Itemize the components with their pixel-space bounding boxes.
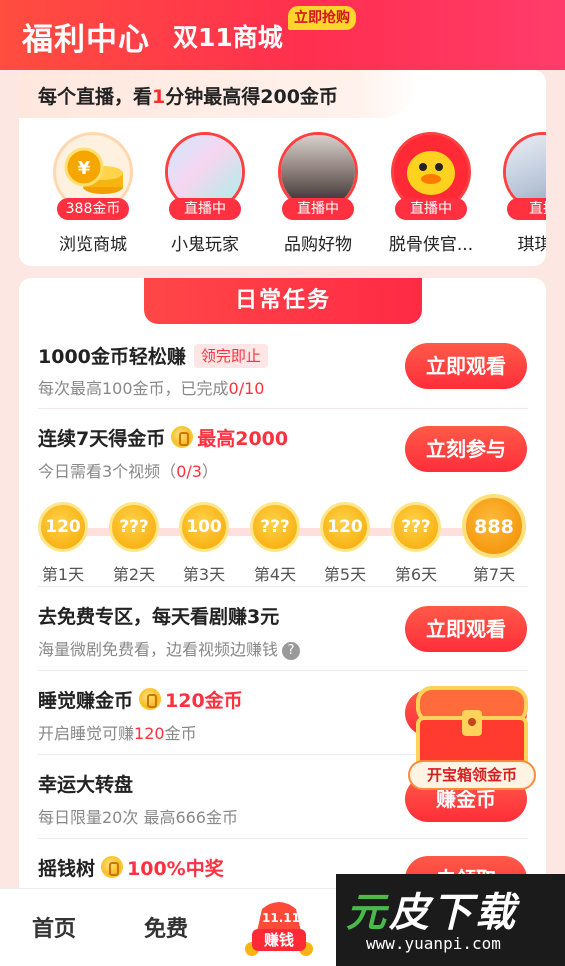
day-label: 第5天	[323, 565, 367, 584]
day-coin: 120	[38, 502, 88, 552]
day-coin: ???	[250, 502, 300, 552]
live-banner-text: 每个直播，看1分钟最高得200金币	[38, 86, 338, 108]
task-name: 连续7天得金币 最高2000	[38, 426, 289, 450]
task-name: 幸运大转盘	[38, 774, 134, 796]
nav-earn[interactable]: 11.11 赚钱	[238, 887, 320, 963]
daily-tasks-card: 日常任务 1000金币轻松赚 领完即止 每次最高100金币，已完成0/10 立即观…	[19, 278, 546, 918]
header-bar: 福利中心 双11商城 立即抢购	[0, 0, 565, 70]
watermark-url: www.yuanpi.com	[366, 934, 501, 953]
join-button[interactable]: 立刻参与	[405, 426, 527, 472]
earn-top-label: 11.11	[262, 911, 300, 925]
day-coin: 120	[320, 502, 370, 552]
day-coin: 100	[179, 502, 229, 552]
money-bag-icon	[245, 902, 313, 956]
live-badge: 直播	[507, 198, 546, 220]
task-1000-coins: 1000金币轻松赚 领完即止 每次最高100金币，已完成0/10 立即观看	[19, 340, 546, 406]
day-2: ??? 第2天	[99, 490, 169, 584]
task-name: 1000金币轻松赚 领完即止	[38, 342, 268, 369]
chest-label: 开宝箱领金币	[408, 760, 536, 790]
day-label: 第6天	[394, 565, 438, 584]
nav-home[interactable]: 首页	[32, 911, 76, 943]
page-title: 福利中心	[22, 22, 150, 58]
daily-tasks-header: 日常任务	[144, 278, 422, 324]
live-item-browse-mall[interactable]: ¥ 388金币 浏览商城	[43, 132, 143, 262]
day-coin: ???	[391, 502, 441, 552]
live-badge: 直播中	[282, 198, 354, 220]
coin-badge: 388金币	[57, 198, 129, 220]
grab-now-tag[interactable]: 立即抢购	[288, 6, 356, 30]
day-5: 120 第5天	[310, 490, 380, 584]
divider	[38, 586, 528, 587]
divider	[38, 670, 528, 671]
live-item-name: 品购好物	[284, 235, 352, 255]
day-1: 120 第1天	[28, 490, 98, 584]
live-item-tuogu[interactable]: 直播中 脱骨侠官...	[381, 132, 481, 262]
limited-pill: 领完即止	[193, 344, 268, 368]
watch-now-button[interactable]: 立即观看	[405, 343, 527, 389]
task-name: 睡觉赚金币 120金币	[38, 688, 243, 712]
task-7day-coins: 连续7天得金币 最高2000 今日需看3个视频（0/3） 立刻参与	[19, 424, 546, 484]
day-3: 100 第3天	[169, 490, 239, 584]
live-item-qiqi[interactable]: 直播 琪琪玩	[493, 132, 546, 262]
live-item-xiaogui[interactable]: 直播中 小鬼玩家	[155, 132, 255, 262]
daily-tasks-title: 日常任务	[234, 288, 331, 313]
task-desc: 每日限量20次 最高666金币	[38, 808, 238, 827]
svg-text:¥: ¥	[78, 158, 91, 179]
task-desc: 今日需看3个视频（0/3）	[38, 462, 218, 481]
day-label: 第7天	[472, 565, 516, 584]
live-item-name: 小鬼玩家	[171, 235, 239, 255]
live-item-name: 琪琪玩	[517, 235, 547, 255]
day-7: 888 第7天	[459, 490, 529, 584]
coin-icon	[139, 688, 162, 710]
nav-free[interactable]: 免费	[144, 911, 188, 943]
watermark-text: 元皮下载	[346, 890, 518, 936]
checkin-days: 120 第1天 ??? 第2天 100 第3天 ??? 第4天 120 第5天 ??? 第6…	[19, 490, 546, 584]
live-item-name: 浏览商城	[59, 235, 127, 255]
earn-label: 赚钱	[252, 929, 306, 951]
mall-link[interactable]: 双11商城	[173, 18, 283, 54]
watch-now-button[interactable]: 立即观看	[405, 606, 527, 652]
live-stream-card: 每个直播，看1分钟最高得200金币 ¥ 388金币 浏览商城 直播中 小鬼玩家 …	[19, 70, 546, 266]
day-label: 第3天	[182, 565, 226, 584]
live-badge: 直播中	[169, 198, 241, 220]
task-desc: 开启睡觉可赚120金币	[38, 724, 197, 743]
live-banner: 每个直播，看1分钟最高得200金币	[19, 70, 419, 118]
task-desc: 海量微剧免费看，边看视频边赚钱?	[38, 636, 301, 660]
coin-icon	[171, 426, 194, 448]
task-desc: 每次最高100金币，已完成0/10	[38, 379, 265, 398]
day-4: ??? 第4天	[240, 490, 310, 584]
watermark: 元皮下载 www.yuanpi.com	[336, 874, 565, 966]
task-name: 去免费专区，每天看剧赚3元	[38, 606, 280, 628]
help-icon[interactable]: ?	[282, 642, 301, 660]
task-name: 摇钱树 100%中奖	[38, 856, 224, 880]
divider	[38, 408, 528, 409]
divider	[38, 838, 528, 839]
day-label: 第2天	[112, 565, 156, 584]
day-label: 第4天	[253, 565, 297, 584]
live-list: ¥ 388金币 浏览商城 直播中 小鬼玩家 直播中 品购好物 直播中 脱骨侠官.…	[19, 132, 546, 262]
day-coin: ???	[109, 502, 159, 552]
treasure-chest-widget[interactable]: 开宝箱领金币	[408, 684, 536, 800]
live-item-pingou[interactable]: 直播中 品购好物	[268, 132, 368, 262]
coin-icon	[101, 856, 124, 878]
day-coin-grand: 888	[462, 494, 526, 558]
day-6: ??? 第6天	[381, 490, 451, 584]
live-item-name: 脱骨侠官...	[388, 235, 474, 255]
day-label: 第1天	[41, 565, 85, 584]
live-badge: 直播中	[395, 198, 467, 220]
task-free-zone: 去免费专区，每天看剧赚3元 海量微剧免费看，边看视频边赚钱? 立即观看	[19, 602, 546, 662]
